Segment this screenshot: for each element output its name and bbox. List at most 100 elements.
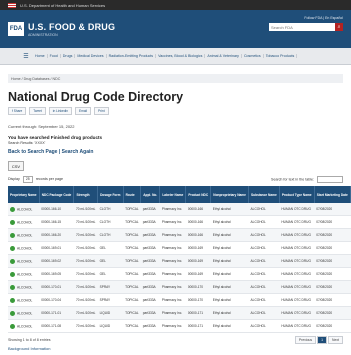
proprietary-name[interactable]: ALCOHOL [17, 311, 32, 315]
nav-item-medical-devices[interactable]: Medical Devices [75, 54, 107, 58]
expand-row-icon[interactable] [10, 297, 15, 303]
table-cell[interactable]: ALCOHOL [8, 215, 40, 229]
table-row: ALCOHOL 00000-166-15 70 mL/100mL CLOTH TOPIC… [8, 215, 351, 229]
table-cell[interactable]: ALCOHOL [8, 241, 40, 255]
share-facebook-button[interactable]: f Share [8, 107, 27, 115]
background-information-link[interactable]: Background Information [8, 346, 351, 351]
expand-row-icon[interactable] [10, 284, 15, 290]
table-cell: 07/08/2020 [314, 267, 351, 281]
menu-icon[interactable]: ☰ [22, 52, 30, 60]
proprietary-name[interactable]: ALCOHOL [17, 324, 32, 328]
nav-item-drugs[interactable]: Drugs [61, 54, 76, 58]
proprietary-name[interactable]: ALCOHOL [17, 207, 32, 211]
nav-item-vaccines[interactable]: Vaccines, Blood & Biologics [156, 54, 206, 58]
table-cell: part333A [140, 267, 160, 281]
fda-logo[interactable]: FDA [8, 22, 24, 36]
expand-row-icon[interactable] [10, 323, 15, 329]
nav-item-food[interactable]: Food [48, 54, 61, 58]
breadcrumb[interactable]: Home / Drug Databases / NDC [8, 74, 343, 83]
share-toolbar: f Share Tweet in Linkedin Email Print [8, 107, 351, 115]
previous-page-button[interactable]: Previous [294, 336, 317, 344]
expand-row-icon[interactable] [10, 206, 15, 212]
table-cell: ALCOHOL [248, 306, 280, 320]
column-header[interactable]: Nonproprietary Name [210, 186, 250, 203]
header-links[interactable]: Follow FDA | En Español [269, 16, 343, 20]
proprietary-name[interactable]: ALCOHOL [17, 285, 32, 289]
search-again-link[interactable]: Search Again [62, 149, 94, 155]
column-header[interactable]: NDC Package Code [39, 186, 75, 203]
column-header[interactable]: Strength [73, 186, 99, 203]
search-button[interactable]: ⌕ [335, 23, 343, 31]
print-button[interactable]: Print [94, 107, 109, 115]
table-cell[interactable]: ALCOHOL [8, 280, 40, 294]
proprietary-name[interactable]: ALCOHOL [17, 233, 32, 237]
searched-heading: You have searched Finished drug products [8, 135, 103, 140]
table-cell[interactable]: ALCOHOL [8, 293, 40, 307]
expand-row-icon[interactable] [10, 232, 15, 238]
nav-item-home[interactable]: Home [33, 54, 48, 58]
table-cell: ALCOHOL [248, 293, 280, 307]
search-results-label: Search Results: 'XXXX' [8, 141, 46, 145]
site-search-input[interactable] [269, 23, 335, 31]
table-cell: 00000-170 [185, 293, 211, 307]
table-row: ALCOHOL 00000-169-05 70 mL/100mL GEL TOPICAL… [8, 267, 351, 281]
proprietary-name[interactable]: ALCOHOL [17, 220, 32, 224]
table-cell: TOPICAL [123, 254, 141, 268]
column-header[interactable]: Route [123, 186, 142, 203]
next-page-button[interactable]: Next [328, 336, 343, 344]
table-cell: SPRAY [97, 280, 124, 294]
current-page-button[interactable]: 1 [317, 336, 328, 344]
column-header[interactable]: Proprietary Name [8, 186, 40, 203]
table-cell: CLOTH [97, 203, 124, 216]
table-cell[interactable]: ALCOHOL [8, 203, 40, 216]
table-cell: 70 mL/100mL [73, 241, 98, 255]
column-header[interactable]: Substance Name [248, 186, 280, 203]
table-cell: Pharmacy Inc. [159, 241, 186, 255]
expand-row-icon[interactable] [10, 271, 15, 277]
column-header[interactable]: Start Marketing Date [314, 186, 351, 203]
table-cell: HUMAN OTC DRUG [279, 254, 315, 268]
expand-row-icon[interactable] [10, 219, 15, 225]
table-cell: HUMAN OTC DRUG [279, 306, 315, 320]
proprietary-name[interactable]: ALCOHOL [17, 246, 32, 250]
table-cell: Pharmacy Inc. [159, 319, 186, 333]
column-header[interactable]: Appl. No. [140, 186, 161, 203]
brand[interactable]: U.S. FOOD & DRUG ADMINISTRATION [28, 22, 115, 37]
share-twitter-button[interactable]: Tweet [29, 107, 46, 115]
table-cell: TOPICAL [123, 319, 141, 333]
proprietary-name[interactable]: ALCOHOL [17, 298, 32, 302]
expand-row-icon[interactable] [10, 310, 15, 316]
table-cell[interactable]: ALCOHOL [8, 306, 40, 320]
table-cell[interactable]: ALCOHOL [8, 319, 40, 333]
expand-row-icon[interactable] [10, 258, 15, 264]
table-cell: ALCOHOL [248, 280, 280, 294]
page-title: National Drug Code Directory [8, 90, 184, 104]
table-cell[interactable]: ALCOHOL [8, 228, 40, 242]
table-cell[interactable]: ALCOHOL [8, 267, 40, 281]
nav-item-tobacco[interactable]: Tobacco Products [264, 54, 298, 58]
share-email-button[interactable]: Email [75, 107, 92, 115]
ndc-table: Proprietary Name NDC Package Code Streng… [8, 186, 351, 333]
table-cell: Pharmacy Inc. [159, 215, 186, 229]
column-header[interactable]: Dosage Form [97, 186, 124, 203]
table-cell: 70 mL/100mL [73, 215, 98, 229]
expand-row-icon[interactable] [10, 245, 15, 251]
nav-item-cosmetics[interactable]: Cosmetics [242, 54, 264, 58]
nav-item-animal[interactable]: Animal & Veterinary [205, 54, 242, 58]
column-header[interactable]: Product NDC [185, 186, 212, 203]
table-cell: GEL [97, 241, 124, 255]
proprietary-name[interactable]: ALCOHOL [17, 272, 32, 276]
column-header[interactable]: Product Type Name [279, 186, 315, 203]
column-header[interactable]: Labeler Name [159, 186, 187, 203]
table-cell: TOPICAL [123, 203, 141, 216]
filter-input[interactable] [317, 176, 343, 183]
csv-export-button[interactable]: CSV [8, 161, 24, 171]
proprietary-name[interactable]: ALCOHOL [17, 259, 32, 263]
table-cell: 00000-171 [185, 306, 211, 320]
table-cell[interactable]: ALCOHOL [8, 254, 40, 268]
page-length-select[interactable]: 25 [22, 176, 33, 183]
table-cell: Pharmacy Inc. [159, 254, 186, 268]
share-linkedin-button[interactable]: in Linkedin [48, 107, 73, 115]
back-to-search-link[interactable]: Back to Search Page [8, 149, 57, 155]
nav-item-radiation[interactable]: Radiation-Emitting Products [107, 54, 157, 58]
